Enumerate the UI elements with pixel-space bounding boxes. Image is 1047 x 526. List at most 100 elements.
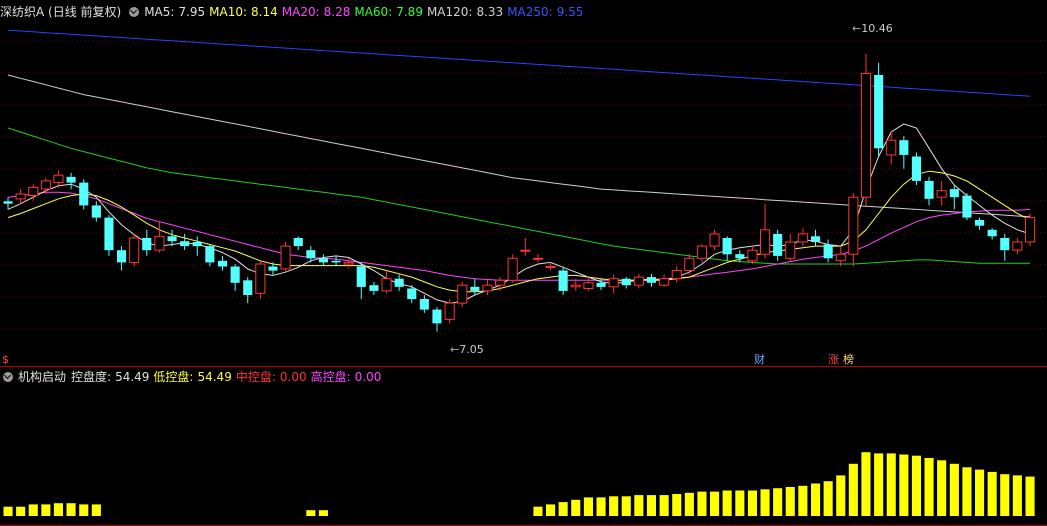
control-bar xyxy=(318,510,328,516)
control-bar xyxy=(66,503,76,516)
control-bar xyxy=(874,453,884,516)
candle-body xyxy=(936,190,947,198)
candle xyxy=(924,176,934,206)
candle-body xyxy=(962,195,972,218)
candle xyxy=(975,217,985,230)
sub-label-1: 低控盘: xyxy=(153,370,194,384)
candle-body xyxy=(104,217,114,251)
control-bar xyxy=(1025,476,1035,516)
candle-body xyxy=(482,284,493,292)
candle xyxy=(180,233,190,251)
candle xyxy=(583,277,594,291)
control-bar xyxy=(634,495,644,516)
candle xyxy=(507,254,518,283)
ma-legend: MA5: 7.95 MA10: 8.14 MA20: 8.28 MA60: 7.89 MA120… xyxy=(144,4,587,20)
candle-body xyxy=(28,186,39,196)
sub-label-0: 控盘度: xyxy=(71,370,112,384)
candle xyxy=(482,278,493,295)
candle-body xyxy=(432,309,442,324)
candle-body xyxy=(167,236,177,242)
candle-body xyxy=(318,258,328,263)
candle-body xyxy=(583,282,594,289)
control-bar xyxy=(1000,474,1010,516)
candle xyxy=(381,270,392,294)
candle xyxy=(444,299,455,324)
candle xyxy=(532,254,544,263)
kline-chart[interactable] xyxy=(0,0,1047,526)
candle-body xyxy=(255,263,266,294)
candle-body xyxy=(987,229,997,237)
sub-indicator-menu-icon[interactable] xyxy=(3,372,13,382)
candle-body xyxy=(709,233,720,247)
candle-body xyxy=(243,280,253,295)
limit-up-tag[interactable]: 涨 xyxy=(826,353,841,367)
candle-body xyxy=(684,257,695,271)
candle-body xyxy=(899,140,909,155)
control-bar xyxy=(949,463,959,516)
candle-body xyxy=(659,278,670,286)
ma-value-5: 9.55 xyxy=(556,5,584,19)
candle xyxy=(117,246,127,271)
control-bar xyxy=(924,458,934,516)
finance-tag[interactable]: 财 xyxy=(752,353,767,367)
candle-body xyxy=(419,299,429,310)
candle-body xyxy=(823,244,833,259)
control-bar xyxy=(583,497,593,516)
control-bar xyxy=(975,469,985,516)
candle xyxy=(369,281,379,295)
control-bar xyxy=(91,504,101,516)
candle-body xyxy=(773,233,783,256)
control-bar xyxy=(672,494,682,516)
candle-body xyxy=(230,266,240,283)
candle xyxy=(785,233,796,261)
candle xyxy=(760,203,771,259)
main-legend: 深纺织A (日线 前复权) MA5: 7.95 MA10: 8.14 MA20: 8.28… xyxy=(0,4,587,20)
candle xyxy=(154,221,165,253)
candle xyxy=(40,177,51,194)
control-bar xyxy=(937,460,947,516)
dragon-tiger-tag[interactable]: 榜 xyxy=(841,353,856,367)
control-bar xyxy=(53,503,63,516)
candle-body xyxy=(53,174,64,183)
candle xyxy=(684,254,695,275)
candle xyxy=(633,273,644,289)
candle xyxy=(79,179,89,210)
candle-body xyxy=(785,241,796,259)
stock-title[interactable]: 深纺织A (日线 前复权) xyxy=(0,4,121,20)
candle xyxy=(722,236,732,261)
candle-body xyxy=(444,302,455,320)
sub-value-3: 0.00 xyxy=(354,370,382,384)
candle-body xyxy=(394,278,404,287)
candle-body xyxy=(874,75,884,149)
candle xyxy=(911,152,921,185)
indicator-menu-icon[interactable] xyxy=(129,7,140,17)
left-marker[interactable]: $ xyxy=(0,353,11,367)
candle-body xyxy=(596,282,606,287)
control-bar xyxy=(41,504,51,516)
control-bar xyxy=(886,453,896,516)
control-bar xyxy=(1012,475,1022,516)
candle-body xyxy=(180,241,190,247)
sub-indicator-title[interactable]: 机构启动 xyxy=(18,369,66,385)
candlestick-series xyxy=(3,53,1036,332)
candle-body xyxy=(218,260,228,267)
sub-label-2: 中控盘: xyxy=(235,370,276,384)
control-bar xyxy=(823,481,833,516)
candle xyxy=(192,236,202,256)
candle-body xyxy=(129,237,140,263)
candle xyxy=(860,53,872,206)
candle xyxy=(621,277,631,289)
candle xyxy=(205,244,215,267)
candle-body xyxy=(735,254,745,259)
candle-body xyxy=(532,257,544,260)
candle-body xyxy=(268,266,278,271)
candle xyxy=(823,239,833,263)
control-bar xyxy=(962,467,972,516)
ma-value-1: 8.14 xyxy=(251,5,278,19)
candle-body xyxy=(835,253,846,262)
control-bar xyxy=(621,496,631,516)
candle xyxy=(899,136,909,169)
ma-label-3: MA60: xyxy=(354,5,393,19)
candle xyxy=(218,255,228,271)
candle xyxy=(28,184,39,201)
